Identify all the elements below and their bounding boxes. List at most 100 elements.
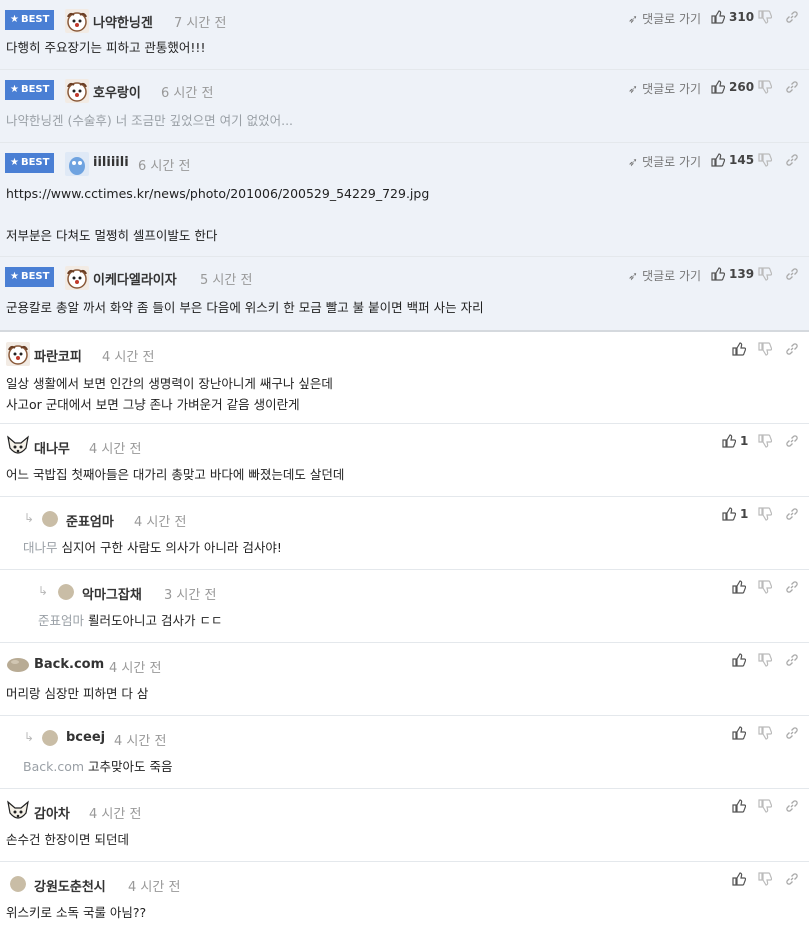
comment-body: 대나무 심지어 구한 사람도 의사가 아니라 검사야! (23, 540, 282, 555)
avatar[interactable] (58, 584, 74, 600)
comment-time: 3 시간 전 (164, 588, 217, 603)
comment-time: 4 시간 전 (102, 350, 155, 365)
send-arrow-icon: ➶ (628, 155, 639, 169)
comment-author[interactable]: 대나무 (34, 438, 70, 457)
avatar[interactable] (65, 152, 89, 176)
thumbs-up-icon[interactable] (711, 10, 725, 24)
thumbs-up-icon[interactable] (722, 507, 736, 521)
thumbs-up-icon[interactable] (732, 653, 746, 667)
reply-comment: ↳ 악마그잡채 3 시간 전 준표엄마 뢸러도아니고 검사가 ㄷㄷ (0, 570, 809, 643)
link-icon[interactable] (785, 726, 799, 740)
comment-body: 준표엄마 뢸러도아니고 검사가 ㄷㄷ (38, 613, 223, 628)
thumbs-up-icon[interactable] (711, 267, 725, 281)
like-count: 1 (740, 434, 749, 448)
avatar[interactable] (65, 9, 89, 33)
thumbs-up-icon[interactable] (732, 872, 746, 886)
thumbs-down-icon[interactable] (758, 653, 772, 667)
link-icon[interactable] (785, 342, 799, 356)
link-icon[interactable] (785, 799, 799, 813)
thumbs-up-icon[interactable] (732, 342, 746, 356)
thumbs-down-icon[interactable] (758, 267, 772, 281)
thumbs-down-icon[interactable] (758, 434, 772, 448)
avatar[interactable] (6, 655, 30, 673)
avatar[interactable] (10, 876, 26, 892)
reply-arrow-icon: ↳ (38, 584, 49, 598)
comment: 대나무 4 시간 전 1 어느 국밥집 첫째아들은 대가리 총맞고 바다에 빠졌… (0, 424, 809, 497)
dog-avatar-icon (65, 79, 89, 103)
link-icon[interactable] (785, 507, 799, 521)
comment-body: 일상 생활에서 보면 인간의 생명력이 장난아니게 쌔구나 싶은데 사고or 군대… (6, 376, 333, 412)
link-icon[interactable] (785, 653, 799, 667)
comment-author[interactable]: 악마그잡채 (82, 584, 142, 603)
avatar[interactable] (6, 342, 30, 366)
reply-comment: ↳ 준표엄마 4 시간 전 1 대나무 심지어 구한 사람도 의사가 아니라 검사… (0, 497, 809, 570)
link-icon[interactable] (785, 153, 799, 167)
comment-time: 4 시간 전 (109, 661, 162, 676)
comment-author[interactable]: iiliiili (93, 155, 129, 170)
goto-reply-button[interactable]: ➶ 댓글로 가기 (628, 10, 701, 27)
avatar[interactable] (42, 511, 58, 527)
comment-author[interactable]: 강원도춘천시 (34, 876, 106, 895)
link-icon[interactable] (785, 10, 799, 24)
comment-author[interactable]: Back.com (34, 657, 104, 672)
best-comment: ★ BEST 나약한닝겐 7 시간 전 ➶ 댓글로 가기 310 다행히 주요장기는… (0, 0, 809, 70)
comment-time: 4 시간 전 (89, 807, 142, 822)
thumbs-down-icon[interactable] (758, 342, 772, 356)
thumbs-up-icon[interactable] (732, 580, 746, 594)
star-icon: ★ (10, 84, 19, 95)
avatar[interactable] (65, 266, 89, 290)
thumbs-up-icon[interactable] (711, 153, 725, 167)
thumbs-down-icon[interactable] (758, 580, 772, 594)
comment-time: 4 시간 전 (128, 880, 181, 895)
thumbs-down-icon[interactable] (758, 799, 772, 813)
comment-author[interactable]: bceej (66, 730, 105, 745)
comment: 감아차 4 시간 전 손수건 한장이면 되던데 (0, 789, 809, 862)
goto-reply-button[interactable]: ➶ 댓글로 가기 (628, 267, 701, 284)
thumbs-up-icon[interactable] (722, 434, 736, 448)
like-count: 145 (729, 153, 755, 167)
thumbs-up-icon[interactable] (732, 726, 746, 740)
comment-author[interactable]: 나약한닝겐 (93, 12, 153, 31)
avatar[interactable] (42, 730, 58, 746)
link-icon[interactable] (785, 872, 799, 886)
comments-section: 파란코피 4 시간 전 일상 생활에서 보면 인간의 생명력이 장난아니게 쌔구… (0, 332, 809, 935)
comment-author[interactable]: 감아차 (34, 803, 70, 822)
link-icon[interactable] (785, 580, 799, 594)
link-icon[interactable] (785, 80, 799, 94)
thumbs-down-icon[interactable] (758, 80, 772, 94)
comment-author[interactable]: 호우랑이 (93, 82, 141, 101)
like-count: 260 (729, 80, 755, 94)
comment-author[interactable]: 준표엄마 (66, 511, 114, 530)
avatar[interactable] (65, 79, 89, 103)
goto-reply-button[interactable]: ➶ 댓글로 가기 (628, 153, 701, 170)
star-icon: ★ (10, 157, 19, 168)
comment-body: 위스키로 소독 국룰 아님?? (6, 905, 147, 920)
best-badge: ★ BEST (5, 153, 54, 173)
thumbs-down-icon[interactable] (758, 153, 772, 167)
thumbs-down-icon[interactable] (758, 10, 772, 24)
comment-author[interactable]: 이케다엘라이자 (93, 269, 177, 288)
thumbs-up-icon[interactable] (711, 80, 725, 94)
comment-author[interactable]: 파란코피 (34, 346, 82, 365)
comment: 파란코피 4 시간 전 일상 생활에서 보면 인간의 생명력이 장난아니게 쌔구… (0, 332, 809, 424)
thumbs-down-icon[interactable] (758, 726, 772, 740)
dog-avatar-icon (65, 266, 89, 290)
star-icon: ★ (10, 271, 19, 282)
comment-body: 손수건 한장이면 되던데 (6, 832, 129, 847)
best-comment: ★ BEST 이케다엘라이자 5 시간 전 ➶ 댓글로 가기 139 군용칼로 총알… (0, 257, 809, 330)
thumbs-up-icon[interactable] (732, 799, 746, 813)
thumbs-down-icon[interactable] (758, 507, 772, 521)
blob-avatar-icon (42, 511, 58, 527)
comment: 강원도춘천시 4 시간 전 위스키로 소독 국룰 아님?? (0, 862, 809, 935)
comment-time: 4 시간 전 (114, 734, 167, 749)
link-icon[interactable] (785, 267, 799, 281)
comment-link[interactable]: https://www.cctimes.kr/news/photo/201006… (6, 186, 429, 201)
comment-body: 어느 국밥집 첫째아들은 대가리 총맞고 바다에 빠졌는데도 살던데 (6, 467, 345, 482)
comment-time: 6 시간 전 (138, 159, 191, 174)
thumbs-down-icon[interactable] (758, 872, 772, 886)
like-count: 139 (729, 267, 755, 281)
link-icon[interactable] (785, 434, 799, 448)
avatar[interactable] (6, 434, 30, 458)
goto-reply-button[interactable]: ➶ 댓글로 가기 (628, 80, 701, 97)
avatar[interactable] (6, 799, 30, 823)
